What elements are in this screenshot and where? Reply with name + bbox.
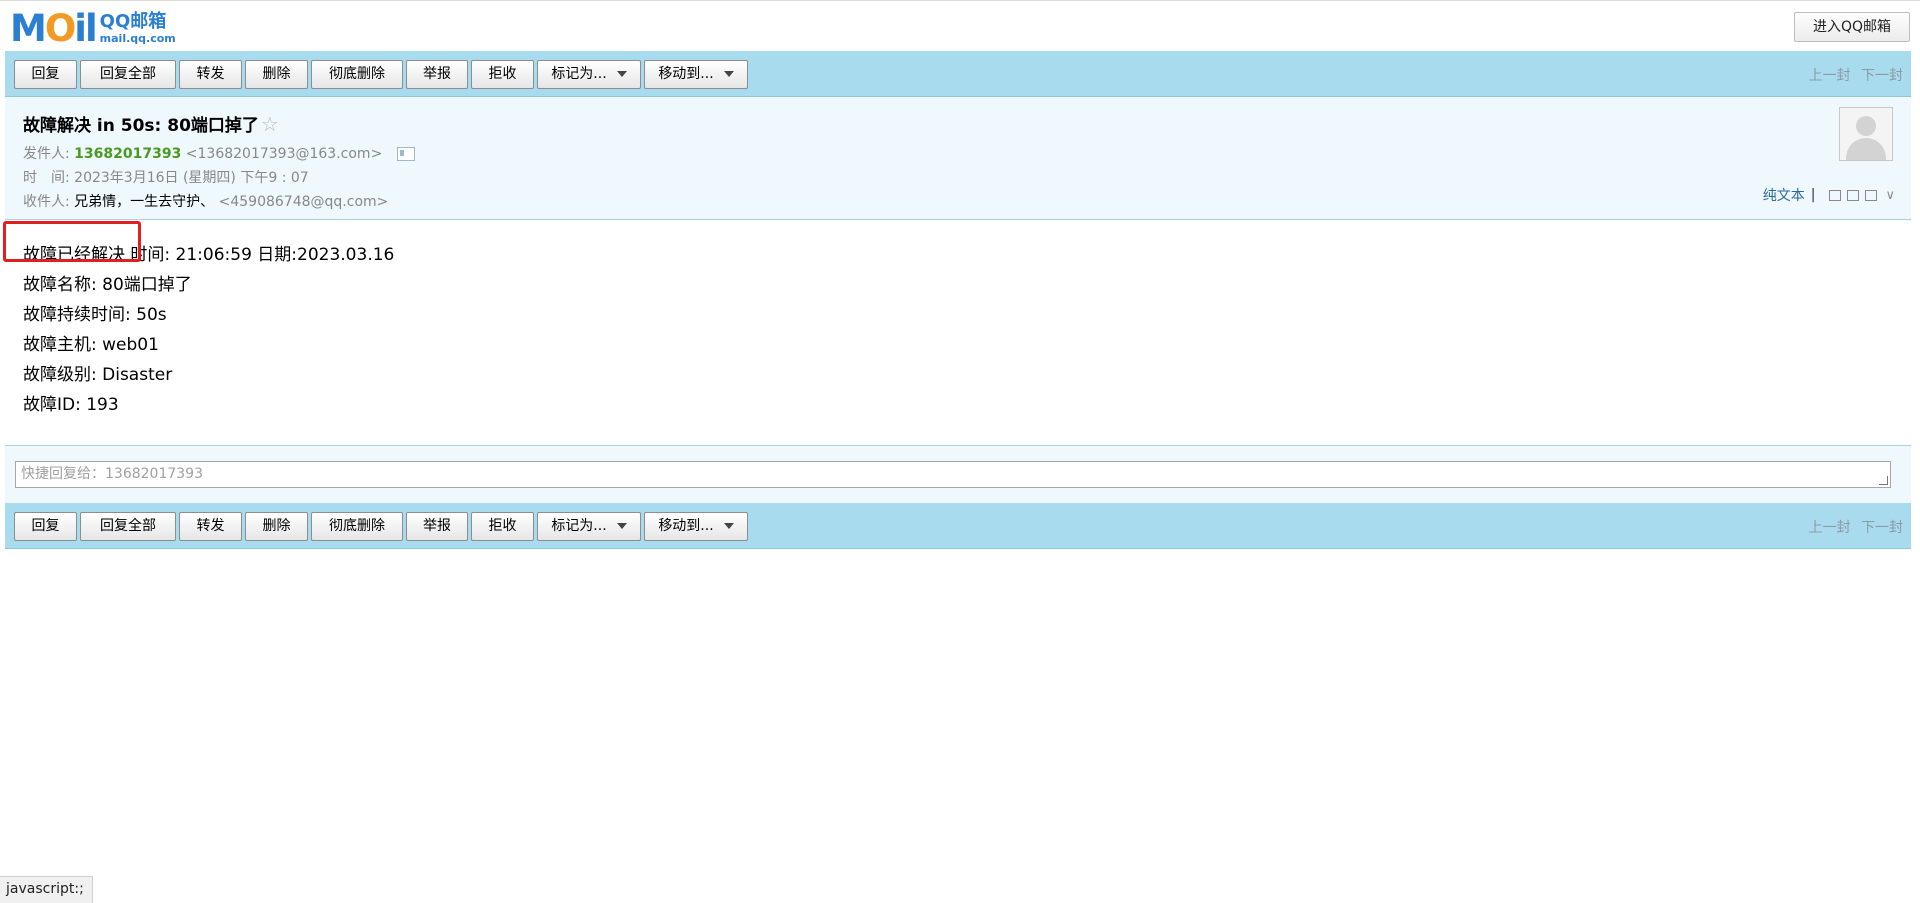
reply-button[interactable]: 回复 bbox=[14, 512, 77, 541]
recipient-email: <459086748@qq.com> bbox=[218, 194, 389, 210]
logo-qq-text: QQ邮箱 bbox=[99, 11, 167, 32]
recipient-row: 收件人: 兄弟情，一生去守护、 <459086748@qq.com> bbox=[23, 191, 388, 211]
body-line-id: 故障ID: 193 bbox=[23, 395, 119, 415]
mark-as-label: 标记为... bbox=[551, 66, 607, 82]
contact-card-icon[interactable] bbox=[396, 147, 415, 161]
move-to-dropdown[interactable]: 移动到... bbox=[644, 512, 748, 541]
sender-avatar[interactable] bbox=[1839, 107, 1893, 161]
quick-reply-area: 快捷回复给：13682017393 bbox=[5, 445, 1911, 503]
move-to-dropdown[interactable]: 移动到... bbox=[644, 60, 748, 89]
logo-url-text: mail.qq.com bbox=[99, 32, 176, 45]
dropdown-arrow-icon bbox=[616, 523, 627, 529]
print-icon[interactable] bbox=[1865, 189, 1878, 201]
delete-button[interactable]: 删除 bbox=[245, 60, 308, 89]
star-icon[interactable]: ☆ bbox=[261, 112, 279, 136]
subject-text: 故障解决 in 50s: 80端口掉了 bbox=[23, 116, 259, 136]
reply-all-button[interactable]: 回复全部 bbox=[80, 512, 176, 541]
sender-name[interactable]: 13682017393 bbox=[74, 146, 181, 162]
mail-header: 故障解决 in 50s: 80端口掉了 ☆ 发件人: 13682017393 <1… bbox=[5, 97, 1911, 220]
mark-as-dropdown[interactable]: 标记为... bbox=[537, 512, 641, 541]
mail-subject: 故障解决 in 50s: 80端口掉了 ☆ bbox=[23, 111, 279, 136]
forward-button[interactable]: 转发 bbox=[179, 512, 242, 541]
header-tools: 纯文本 | ∨ bbox=[1763, 185, 1895, 205]
body-line-host: 故障主机: web01 bbox=[23, 335, 159, 355]
quick-reply-input[interactable]: 快捷回复给：13682017393 bbox=[15, 461, 1891, 488]
prev-mail-link[interactable]: 上一封 bbox=[1809, 68, 1851, 84]
expand-chevron-icon[interactable]: ∨ bbox=[1885, 188, 1895, 203]
mark-as-label: 标记为... bbox=[551, 518, 607, 534]
delete-permanent-button[interactable]: 彻底删除 bbox=[311, 60, 403, 89]
time-value: 2023年3月16日 (星期四) 下午9 : 07 bbox=[74, 170, 309, 186]
prev-mail-link[interactable]: 上一封 bbox=[1809, 520, 1851, 536]
reply-all-button[interactable]: 回复全部 bbox=[80, 60, 176, 89]
mark-as-dropdown[interactable]: 标记为... bbox=[537, 60, 641, 89]
folder-icon[interactable] bbox=[1847, 189, 1860, 201]
time-label: 时 间: bbox=[23, 170, 70, 186]
next-mail-link[interactable]: 下一封 bbox=[1861, 520, 1903, 536]
time-row: 时 间: 2023年3月16日 (星期四) 下午9 : 07 bbox=[23, 167, 309, 187]
forward-button[interactable]: 转发 bbox=[179, 60, 242, 89]
report-button[interactable]: 举报 bbox=[406, 60, 468, 89]
mail-toolbar-bottom: 回复 回复全部 转发 删除 彻底删除 举报 拒收 标记为... 移动到... 上… bbox=[5, 503, 1911, 549]
logo-moil-text: MOil bbox=[10, 7, 98, 50]
qq-mail-logo[interactable]: MOil QQ邮箱 mail.qq.com bbox=[10, 7, 176, 50]
recipient-label: 收件人: bbox=[23, 194, 70, 210]
sender-row: 发件人: 13682017393 <13682017393@163.com> bbox=[23, 143, 415, 163]
plain-text-link[interactable]: 纯文本 bbox=[1763, 185, 1805, 205]
note-icon[interactable] bbox=[1829, 189, 1842, 201]
mail-pager: 上一封 下一封 bbox=[1803, 65, 1903, 85]
dropdown-arrow-icon bbox=[723, 523, 734, 529]
mail-toolbar-top: 回复 回复全部 转发 删除 彻底删除 举报 拒收 标记为... 移动到... 上… bbox=[5, 51, 1911, 97]
red-highlight-box bbox=[3, 221, 141, 262]
avatar-body-shape bbox=[1846, 138, 1886, 160]
next-mail-link[interactable]: 下一封 bbox=[1861, 68, 1903, 84]
dropdown-arrow-icon bbox=[616, 71, 627, 77]
body-line-level: 故障级别: Disaster bbox=[23, 365, 173, 385]
move-to-label: 移动到... bbox=[658, 66, 714, 82]
avatar-head-shape bbox=[1856, 116, 1876, 136]
browser-status-bar: javascript:; bbox=[0, 876, 93, 903]
reject-button[interactable]: 拒收 bbox=[471, 60, 534, 89]
top-bar: MOil QQ邮箱 mail.qq.com 进入QQ邮箱 bbox=[0, 0, 1920, 51]
mail-pager: 上一封 下一封 bbox=[1803, 517, 1903, 537]
delete-permanent-button[interactable]: 彻底删除 bbox=[311, 512, 403, 541]
dropdown-arrow-icon bbox=[723, 71, 734, 77]
reject-button[interactable]: 拒收 bbox=[471, 512, 534, 541]
tools-separator: | bbox=[1810, 187, 1816, 203]
sender-label: 发件人: bbox=[23, 146, 70, 162]
delete-button[interactable]: 删除 bbox=[245, 512, 308, 541]
sender-email: <13682017393@163.com> bbox=[185, 146, 383, 162]
enter-qq-mail-button[interactable]: 进入QQ邮箱 bbox=[1793, 12, 1910, 42]
reply-button[interactable]: 回复 bbox=[14, 60, 77, 89]
move-to-label: 移动到... bbox=[658, 518, 714, 534]
body-line-fault-name: 故障名称: 80端口掉了 bbox=[23, 275, 192, 295]
report-button[interactable]: 举报 bbox=[406, 512, 468, 541]
quick-reply-placeholder: 快捷回复给：13682017393 bbox=[21, 466, 203, 482]
body-line-duration: 故障持续时间: 50s bbox=[23, 305, 167, 325]
recipient-name[interactable]: 兄弟情，一生去守护、 bbox=[74, 194, 214, 210]
resize-handle-icon[interactable] bbox=[1879, 476, 1888, 485]
mail-body: 故障已经解决 时间: 21:06:59 日期:2023.03.16 故障名称: … bbox=[23, 240, 394, 420]
